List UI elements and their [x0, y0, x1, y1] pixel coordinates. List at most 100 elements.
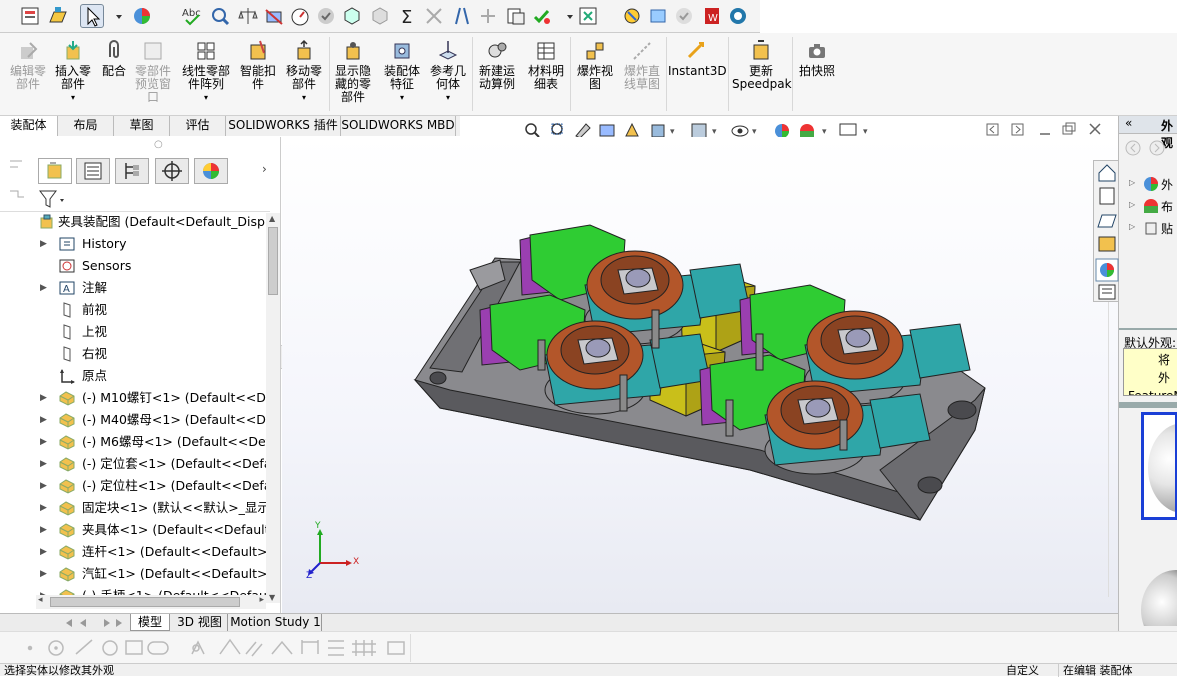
expand-arrow-icon[interactable]: ▶ — [40, 387, 47, 409]
view-palette-icon[interactable] — [1098, 236, 1116, 252]
toolbox-icon[interactable] — [620, 4, 644, 28]
appearance-tree-item[interactable]: ▷ 外 — [1129, 174, 1177, 196]
compare-icon[interactable] — [504, 4, 528, 28]
interference-icon[interactable] — [422, 4, 446, 28]
file-explorer-icon[interactable] — [1097, 214, 1117, 228]
decal-tree-item[interactable]: ▷ 贴 — [1129, 218, 1177, 240]
section-view-icon[interactable] — [599, 124, 615, 137]
tree-vertical-scrollbar[interactable]: ▲ ▼ — [266, 213, 280, 603]
move-component-button[interactable]: 移动零 部件 ▾ — [282, 39, 326, 113]
fixture-assembly-model[interactable] — [282, 137, 1118, 613]
clearance-icon[interactable] — [450, 4, 474, 28]
zoom-to-fit-icon[interactable] — [525, 123, 540, 138]
home-icon[interactable] — [1098, 164, 1116, 182]
excel-icon[interactable] — [576, 4, 600, 28]
tab-model[interactable]: 模型 — [130, 614, 170, 631]
geometry-analysis-icon[interactable] — [340, 4, 364, 28]
snapshot-button[interactable]: 拍快照 — [796, 39, 838, 113]
graphics-area[interactable]: Y X Z — [282, 137, 1118, 613]
close-icon[interactable] — [1089, 123, 1101, 135]
rectangle-icon[interactable] — [125, 640, 143, 655]
line-icon[interactable] — [75, 639, 93, 655]
apply-scene-icon[interactable] — [800, 124, 814, 138]
insert-component-button[interactable]: 插入零 部件 ▾ — [50, 39, 96, 113]
mirror-icon[interactable] — [219, 638, 241, 655]
panel-expand-arrow[interactable]: › — [262, 162, 267, 176]
tab-3d-views[interactable]: 3D 视图 — [172, 614, 228, 631]
expand-arrow-icon[interactable]: ▶ — [40, 431, 47, 453]
linear-pattern-button[interactable]: 线性零部 件阵列 ▾ — [180, 39, 232, 113]
measure-icon[interactable] — [208, 4, 232, 28]
display-style-icon[interactable] — [691, 123, 707, 139]
dynamic-annotation-icon[interactable] — [625, 122, 639, 137]
performance-icon[interactable] — [288, 4, 312, 28]
slot-icon[interactable] — [147, 641, 169, 655]
expand-arrow-icon[interactable]: ▶ — [40, 563, 47, 585]
appearances-icon[interactable] — [1095, 258, 1119, 282]
view-settings-icon[interactable] — [839, 123, 857, 139]
instant3d-button[interactable]: Instant3D — [668, 39, 727, 113]
edit-component-button[interactable]: 编辑零 部件 — [6, 39, 50, 113]
expand-arrow-icon[interactable]: ▶ — [40, 277, 47, 299]
zoom-area-icon[interactable] — [551, 123, 563, 135]
reference-geometry-button[interactable]: 参考几 何体 ▾ — [428, 39, 468, 113]
smart-dimension-icon[interactable] — [301, 640, 319, 654]
check-active-doc-icon[interactable] — [530, 4, 554, 28]
sum-icon[interactable]: Σ — [396, 4, 420, 28]
mass-properties-icon[interactable] — [236, 4, 260, 28]
circle-icon[interactable] — [48, 640, 64, 656]
scene-tree-item[interactable]: ▷ 布 — [1129, 196, 1177, 218]
assembly-feature-button[interactable]: 装配体 特征 ▾ — [380, 39, 424, 113]
grid-icon[interactable] — [352, 640, 376, 656]
sketch-relations-icon[interactable] — [387, 641, 405, 655]
design-library-icon[interactable] — [1099, 187, 1115, 205]
section-icon[interactable] — [262, 4, 286, 28]
convert-entities-icon[interactable] — [271, 640, 293, 655]
trim-icon[interactable] — [191, 640, 205, 655]
expand-arrow-icon[interactable]: ▶ — [40, 409, 47, 431]
tab-configuration-manager[interactable] — [115, 158, 149, 184]
circuitworks-icon[interactable] — [646, 4, 670, 28]
panel-grip[interactable]: ○ — [6, 139, 276, 155]
tab-layout[interactable]: 布局 — [58, 116, 114, 136]
check-icon[interactable] — [314, 4, 338, 28]
select-icon[interactable] — [80, 4, 104, 28]
tab-motion-study[interactable]: Motion Study 1 — [230, 614, 322, 631]
show-hidden-components-button[interactable]: 显示隐 藏的零 部件 — [332, 39, 374, 113]
hole-alignment-icon[interactable] — [476, 4, 500, 28]
tab-feature-manager[interactable] — [38, 158, 72, 184]
options-icon[interactable] — [130, 4, 154, 28]
expand-arrow-icon[interactable]: ▶ — [40, 233, 47, 255]
check-gray-icon[interactable] — [672, 4, 696, 28]
mate-button[interactable]: 配合 — [98, 39, 130, 113]
collapse-pane-icon[interactable]: « — [1125, 116, 1132, 130]
component-preview-button[interactable]: 零部件 预览窗 口 — [132, 39, 174, 113]
tab-dimxpert[interactable] — [155, 158, 189, 184]
hide-show-items-icon[interactable] — [731, 125, 749, 137]
expand-arrow-icon[interactable]: ▶ — [40, 453, 47, 475]
tab-mbd[interactable]: SOLIDWORKS MBD — [341, 116, 456, 136]
edit-appearance-icon[interactable] — [775, 124, 789, 138]
check-dropdown-icon[interactable] — [558, 4, 573, 28]
tab-sketch[interactable]: 草图 — [114, 116, 170, 136]
appearance-swatch[interactable] — [1141, 566, 1177, 626]
tab-property-manager[interactable] — [76, 158, 110, 184]
tree-horizontal-scrollbar[interactable]: ◂ ▸ — [36, 595, 266, 609]
tab-assembly[interactable]: 装配体 — [0, 116, 58, 136]
exploded-view-button[interactable]: 爆炸视 图 — [574, 39, 616, 113]
new-motion-study-button[interactable]: 新建运 动算例 — [476, 39, 518, 113]
tab-scroll-arrows[interactable] — [62, 616, 124, 630]
expand-arrow-icon[interactable]: ▶ — [40, 475, 47, 497]
view-orientation-icon[interactable] — [651, 124, 665, 138]
addin-icon[interactable]: W — [700, 4, 724, 28]
new-icon[interactable] — [18, 4, 42, 28]
select-dropdown-icon[interactable] — [107, 4, 122, 28]
previous-doc-icon[interactable] — [986, 123, 999, 136]
next-doc-icon[interactable] — [1011, 123, 1024, 136]
smart-fastener-button[interactable]: 智能扣 件 — [238, 39, 278, 113]
filter-icon[interactable] — [38, 189, 68, 209]
polygon-icon[interactable] — [102, 640, 118, 656]
design-checker-icon[interactable] — [726, 4, 750, 28]
spell-check-icon[interactable]: Abc — [180, 4, 204, 28]
offset-icon[interactable] — [245, 641, 263, 657]
